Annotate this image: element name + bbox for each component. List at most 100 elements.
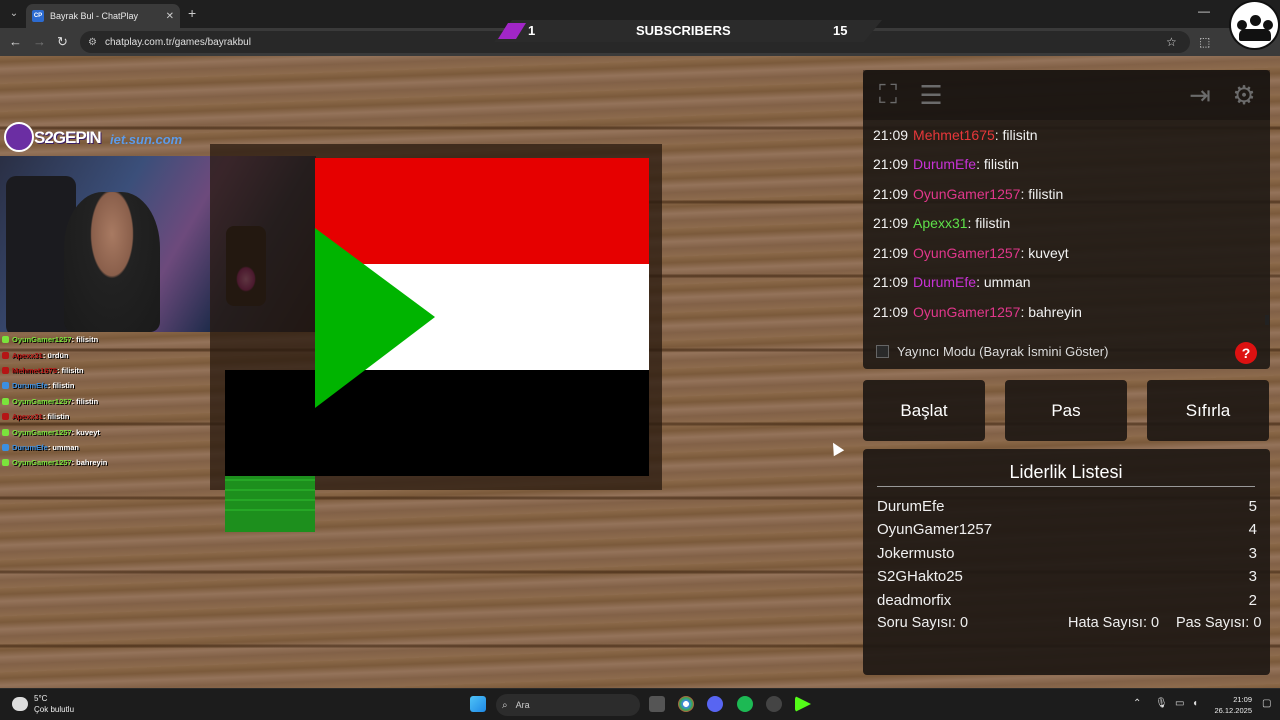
search-icon: ⌕ xyxy=(502,699,508,711)
chat-username[interactable]: OyunGamer1257 xyxy=(913,245,1020,261)
subscribers-label: SUBSCRIBERS xyxy=(636,23,731,38)
chat-username[interactable]: DurumEfe xyxy=(913,156,976,172)
leaderboard-title: Liderlik Listesi xyxy=(1009,462,1123,482)
user-badge-icon xyxy=(2,397,9,405)
volume-icon[interactable]: ◖ xyxy=(1192,698,1198,709)
chat-scrollbar[interactable] xyxy=(1265,315,1269,325)
leaderboard-divider xyxy=(877,486,1255,487)
tab-close-icon[interactable]: ✕ xyxy=(166,11,174,22)
chrome-icon[interactable] xyxy=(678,696,694,712)
overlay-chat-user: OyunGamer1257 xyxy=(12,396,72,406)
user-badge-icon xyxy=(2,382,9,390)
pass-button[interactable]: Pas xyxy=(1005,380,1127,441)
pass-count: Pas Sayısı: 0 xyxy=(1176,615,1262,631)
reset-button[interactable]: Sıfırla xyxy=(1147,380,1269,441)
channel-name: S2GEPIN xyxy=(34,128,102,147)
microphone-tray-icon[interactable]: 🎙 xyxy=(1155,698,1168,709)
streamer-mode-toggle[interactable]: Yayıncı Modu (Bayrak İsmini Göster) xyxy=(863,332,1270,370)
sponsor-logo: iet.sun.com xyxy=(110,132,183,147)
game-stats: Soru Sayısı: 0 Hata Sayısı: 0 Pas Sayısı… xyxy=(877,613,1261,635)
network-icon[interactable]: ▭ xyxy=(1175,698,1184,709)
chat-text: : filistin xyxy=(1020,185,1064,202)
site-info-icon[interactable]: ⚙ xyxy=(88,37,97,48)
clock-time: 21:09 xyxy=(1233,695,1252,704)
spotify-icon[interactable] xyxy=(737,696,753,712)
tab-title: Bayrak Bul - ChatPlay xyxy=(50,11,139,21)
people-icon xyxy=(1236,12,1273,41)
leaderboard-row: S2GHakto25 3 xyxy=(877,566,1257,588)
chat-text: : umman xyxy=(976,274,1031,291)
overlay-chat-user: DurumEfe xyxy=(12,442,48,452)
chat-username[interactable]: Mehmet1675 xyxy=(913,127,995,143)
clock-date: 26.12.2025 xyxy=(1214,706,1252,715)
gear-icon[interactable]: ⚙ xyxy=(1227,78,1261,112)
overlay-chat-row: Apexx31 : ürdün xyxy=(2,347,222,362)
expand-icon[interactable]: ⛶ xyxy=(871,78,905,112)
task-view-icon[interactable] xyxy=(649,696,665,712)
taskbar-search[interactable]: ⌕ Ara xyxy=(496,694,640,716)
tab-search-icon[interactable]: ⌄ xyxy=(6,6,22,22)
user-badge-icon xyxy=(2,366,9,374)
exit-icon[interactable]: ⇥ xyxy=(1183,78,1217,112)
subscriber-goal-left: 1 xyxy=(528,23,536,38)
chat-text: : kuveyt xyxy=(1020,244,1069,261)
leaderboard-row: Jokermusto 3 xyxy=(877,542,1257,564)
overlay-chat-row: DurumEfe : umman xyxy=(2,440,222,455)
chat-time: 21:09 xyxy=(873,126,909,143)
chat-message: 21:09 OyunGamer1257: kuveyt xyxy=(863,238,1268,268)
chat-time: 21:09 xyxy=(873,303,909,320)
question-count: Soru Sayısı: 0 xyxy=(877,615,969,631)
leaderboard-name: DurumEfe xyxy=(877,497,945,515)
forward-icon[interactable]: → xyxy=(33,34,46,49)
chat-message: 21:09 Mehmet1675: filisitn xyxy=(863,120,1268,150)
url-text: chatplay.com.tr/games/bayrakbul xyxy=(104,36,251,48)
taskbar-clock[interactable]: 21:09 26.12.2025 xyxy=(1212,694,1252,716)
overlay-chat-user: OyunGamer1257 xyxy=(12,427,72,437)
overlay-chat-message: filisitn xyxy=(61,365,84,375)
start-menu-icon[interactable] xyxy=(470,696,486,712)
subscribers-banner: 1 SUBSCRIBERS 15 xyxy=(494,20,882,42)
tray-overflow-icon[interactable]: ⌃ xyxy=(1133,698,1141,709)
new-tab-icon[interactable]: + xyxy=(188,5,196,21)
chat-username[interactable]: OyunGamer1257 xyxy=(913,186,1020,202)
minimize-icon[interactable]: — xyxy=(1198,4,1210,18)
bookmark-star-icon[interactable]: ☆ xyxy=(1166,35,1177,49)
kick-icon[interactable] xyxy=(795,696,811,712)
chat-message: 21:09 DurumEfe: umman xyxy=(863,268,1268,298)
chat-time: 21:09 xyxy=(873,244,909,261)
help-icon[interactable]: ? xyxy=(1235,342,1257,364)
document-icon[interactable]: ☰ xyxy=(914,78,948,112)
obs-icon[interactable] xyxy=(766,696,782,712)
weather-desc: Çok bulutlu xyxy=(34,705,75,714)
overlay-chat-user: Apexx31 xyxy=(12,350,43,360)
leaderboard-name: OyunGamer1257 xyxy=(877,521,993,539)
cloud-icon xyxy=(12,697,28,711)
discord-icon[interactable] xyxy=(707,696,723,712)
chat-text: : filistin xyxy=(967,215,1011,232)
streamer-mode-checkbox[interactable] xyxy=(876,344,889,358)
overlay-chat-message: filistin xyxy=(76,396,99,406)
overlay-chat-row: OyunGamer1257 : bahreyin xyxy=(2,455,222,470)
extensions-icon[interactable]: ⬚ xyxy=(1199,35,1210,49)
overlay-chat-row: OyunGamer1257 : filisitn xyxy=(2,332,222,347)
browser-tab[interactable]: CP Bayrak Bul - ChatPlay ✕ xyxy=(26,4,180,28)
overlay-chat-row: OyunGamer1257 : kuveyt xyxy=(2,424,222,439)
chat-username[interactable]: Apexx31 xyxy=(913,215,967,231)
overlay-chat-row: DurumEfe : filistin xyxy=(2,378,222,393)
start-button[interactable]: Başlat xyxy=(863,380,985,441)
leaderboard-score: 5 xyxy=(1248,497,1257,515)
leaderboard-row: DurumEfe 5 xyxy=(877,495,1257,517)
chat-message: 21:09 Apexx31: filistin xyxy=(863,209,1268,239)
reload-icon[interactable]: ↻ xyxy=(57,34,68,50)
stream-chat-overlay: OyunGamer1257 : filisitn Apexx31 : ürdün Meh… xyxy=(2,332,222,471)
weather-widget[interactable]: 5°C Çok bulutlu xyxy=(12,693,74,715)
overlay-chat-message: filistin xyxy=(52,381,75,391)
chat-username[interactable]: OyunGamer1257 xyxy=(913,304,1020,320)
chat-username[interactable]: DurumEfe xyxy=(913,274,976,290)
stream-branding: S2GEPIN iet.sun.com xyxy=(4,122,214,156)
back-icon[interactable]: ← xyxy=(9,34,22,49)
notifications-icon[interactable]: ▢ xyxy=(1262,698,1271,709)
chat-text: : bahreyin xyxy=(1020,303,1082,320)
streamer-mode-label: Yayıncı Modu (Bayrak İsmini Göster) xyxy=(897,343,1109,359)
leaderboard-score: 2 xyxy=(1248,591,1257,609)
